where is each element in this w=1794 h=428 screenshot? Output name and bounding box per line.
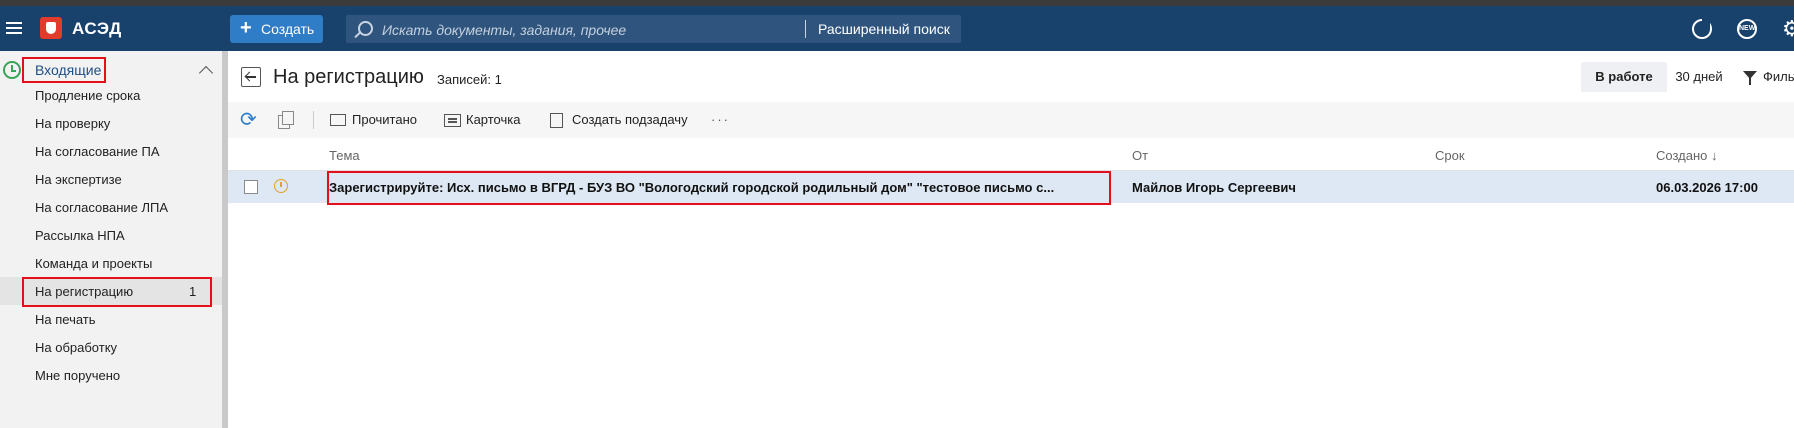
sidebar-item-label: На проверку (35, 116, 111, 131)
column-created[interactable]: Создано ↓ (1656, 148, 1717, 163)
row-checkbox[interactable] (244, 180, 258, 194)
column-from[interactable]: От (1132, 148, 1148, 163)
gear-icon[interactable]: ⚙ (1782, 18, 1794, 40)
column-subject[interactable]: Тема (329, 148, 360, 163)
sidebar-item-label: На обработку (35, 340, 118, 355)
period-selector[interactable]: 30 дней (1670, 62, 1728, 92)
row-from: Майлов Игорь Сергеевич (1132, 180, 1296, 195)
sidebar-item-extension[interactable]: Продление срока (0, 81, 222, 109)
filter-button[interactable]: Фильтр (1737, 62, 1794, 92)
top-bar: АСЭД + Создать Расширенный поиск NEW ⚙ (0, 6, 1794, 51)
create-subtask-button[interactable]: Создать подзадачу (550, 102, 700, 138)
chevron-up-icon[interactable] (198, 65, 214, 81)
clock-icon (3, 61, 21, 79)
column-deadline[interactable]: Срок (1435, 148, 1465, 163)
search-icon[interactable] (358, 21, 373, 36)
sidebar-item-label: Продление срока (35, 88, 141, 103)
sidebar-item-print[interactable]: На печать (0, 305, 222, 333)
grid-header: Тема От Срок Создано ↓ (228, 143, 1794, 171)
new-badge-icon[interactable]: NEW (1737, 19, 1757, 39)
create-button-label: Создать (261, 21, 315, 37)
menu-icon[interactable] (6, 19, 22, 37)
sidebar-item-label: Мне поручено (35, 368, 121, 383)
sidebar-item-label: На согласование ЛПА (35, 200, 169, 215)
envelope-icon (330, 114, 346, 126)
back-button[interactable] (241, 67, 261, 87)
sidebar-section-incoming[interactable]: Входящие (22, 57, 106, 83)
more-actions-icon[interactable]: ··· (711, 102, 730, 138)
filter-icon (1743, 71, 1757, 85)
page-title: На регистрацию (273, 66, 424, 88)
search-input[interactable] (380, 19, 804, 41)
sidebar-item-label: На согласование ПА (35, 144, 160, 159)
mark-read-label: Прочитано (352, 112, 417, 127)
sidebar-item-registration[interactable]: На регистрацию 1 (0, 277, 222, 307)
mark-read-button[interactable]: Прочитано (330, 102, 430, 138)
copy-icon[interactable] (278, 102, 294, 138)
filter-label: Фильтр (1763, 69, 1794, 84)
in-work-toggle[interactable]: В работе (1581, 62, 1667, 92)
highlight-frame (22, 277, 212, 307)
sidebar-item-label: На печать (35, 312, 96, 327)
records-count: Записей: 1 (437, 72, 502, 87)
highlight-frame (327, 171, 1111, 205)
create-button[interactable]: + Создать (230, 15, 323, 43)
sidebar-item-team-projects[interactable]: Команда и проекты (0, 249, 222, 277)
app-title: АСЭД (72, 19, 122, 38)
app-logo (40, 17, 62, 39)
row-created: 06.03.2026 17:00 (1656, 180, 1758, 195)
create-subtask-label: Создать подзадачу (572, 112, 688, 127)
advanced-search-link[interactable]: Расширенный поиск (818, 21, 950, 37)
sidebar-item-processing[interactable]: На обработку (0, 333, 222, 361)
sidebar-item-expertise[interactable]: На экспертизе (0, 165, 222, 193)
notifications-icon[interactable] (1692, 19, 1712, 39)
sidebar-item-review[interactable]: На проверку (0, 109, 222, 137)
sidebar-item-approval-pa[interactable]: На согласование ПА (0, 137, 222, 165)
subtask-icon (550, 113, 563, 128)
clock-icon (274, 179, 288, 193)
card-icon (444, 114, 461, 127)
sidebar-item-approval-lpa[interactable]: На согласование ЛПА (0, 193, 222, 221)
plus-icon: + (240, 17, 252, 39)
search-divider (805, 20, 806, 38)
sidebar: Входящие Продление срока На проверку На … (0, 51, 222, 428)
toolbar: ⟳ Прочитано Карточка Создать подзадачу ·… (228, 102, 1794, 138)
card-label: Карточка (466, 112, 521, 127)
sidebar-item-label: Команда и проекты (35, 256, 153, 271)
toolbar-divider (313, 111, 314, 129)
sidebar-item-assigned[interactable]: Мне поручено (0, 361, 222, 389)
sidebar-item-label: На экспертизе (35, 172, 122, 187)
card-button[interactable]: Карточка (444, 102, 534, 138)
sidebar-item-npa-mailing[interactable]: Рассылка НПА (0, 221, 222, 249)
search-bar: Расширенный поиск (346, 15, 961, 43)
sidebar-item-label: Рассылка НПА (35, 228, 125, 243)
refresh-icon[interactable]: ⟳ (240, 102, 260, 138)
